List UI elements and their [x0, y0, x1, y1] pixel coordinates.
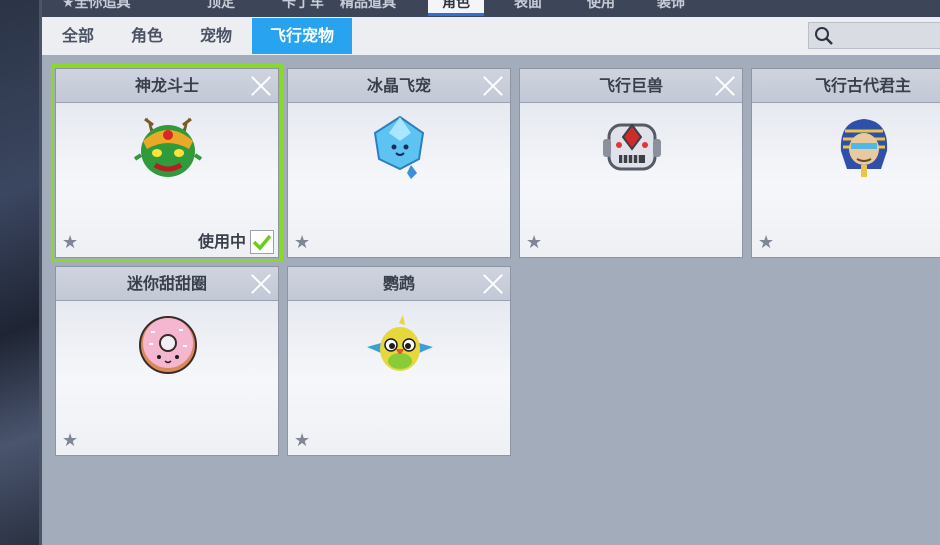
item-grid: 神龙斗士 ★ 使用中 冰晶飞宠 ★ 飞行巨兽 ★ 飞行古代君主 ★ 迷你甜甜圈 …: [42, 55, 940, 545]
top-tab-8[interactable]: 装饰: [657, 0, 685, 16]
top-tab-6[interactable]: 表面: [514, 0, 542, 16]
top-tab-1[interactable]: ★全你追具: [62, 0, 131, 16]
ice-crystal-icon: [373, 115, 425, 179]
favorite-star-icon[interactable]: ★: [294, 234, 310, 252]
sub-tab-character[interactable]: 角色: [113, 18, 181, 54]
close-icon[interactable]: [250, 273, 272, 295]
in-use-label: 使用中: [197, 232, 246, 251]
top-tab-7[interactable]: 使用: [587, 0, 615, 16]
dragon-warrior-icon: [133, 117, 203, 177]
card-header: 冰晶飞宠: [288, 69, 510, 103]
search-box[interactable]: [808, 22, 940, 49]
favorite-star-icon[interactable]: ★: [62, 432, 78, 450]
top-tab-3[interactable]: 卡丁车: [282, 0, 324, 16]
card-header: 飞行巨兽: [520, 69, 742, 103]
card-header: 鹦鹉: [288, 267, 510, 301]
top-tab-5[interactable]: 角色: [428, 0, 484, 16]
card-title: 神龙斗士: [134, 76, 199, 95]
search-icon: [815, 27, 833, 45]
sub-tab-all[interactable]: 全部: [44, 18, 112, 54]
donut-icon: [139, 316, 197, 374]
robot-beast-icon: [603, 123, 661, 171]
card-header: 神龙斗士: [56, 69, 278, 103]
left-background-strip: [0, 0, 42, 545]
favorite-star-icon[interactable]: ★: [294, 432, 310, 450]
pet-card-donut[interactable]: 迷你甜甜圈 ★: [55, 266, 279, 456]
sub-tab-flying-pet[interactable]: 飞行宠物: [252, 18, 353, 54]
in-use-checkbox[interactable]: [250, 230, 274, 254]
close-icon[interactable]: [482, 75, 504, 97]
card-header: 飞行古代君主: [752, 69, 940, 103]
top-tab-2[interactable]: 顶定: [207, 0, 235, 16]
card-title: 鹦鹉: [382, 274, 415, 293]
pet-card-dragon-warrior[interactable]: 神龙斗士 ★ 使用中: [51, 64, 283, 262]
top-category-tabs: ★全你追具 顶定 卡丁车 精品道具 角色 表面 使用 装饰: [42, 0, 940, 17]
pet-card-robot-beast[interactable]: 飞行巨兽 ★: [519, 68, 743, 258]
card-header: 迷你甜甜圈: [56, 267, 278, 301]
card-title: 迷你甜甜圈: [126, 274, 207, 293]
pharaoh-icon: [840, 119, 888, 177]
pet-card-ice-crystal[interactable]: 冰晶飞宠 ★: [287, 68, 511, 258]
parrot-icon: [367, 315, 433, 371]
favorite-star-icon[interactable]: ★: [62, 234, 78, 252]
favorite-star-icon[interactable]: ★: [758, 234, 774, 252]
close-icon[interactable]: [250, 75, 272, 97]
close-icon[interactable]: [714, 75, 736, 97]
card-title: 飞行巨兽: [598, 76, 663, 95]
checkmark-icon: [252, 234, 272, 251]
sub-category-bar: 全部 角色 宠物 飞行宠物: [42, 17, 940, 55]
sub-tab-pet[interactable]: 宠物: [182, 18, 250, 54]
pet-card-parrot[interactable]: 鹦鹉 ★: [287, 266, 511, 456]
card-title: 冰晶飞宠: [366, 76, 431, 95]
card-title: 飞行古代君主: [814, 76, 911, 95]
pet-card-pharaoh[interactable]: 飞行古代君主 ★: [751, 68, 940, 258]
favorite-star-icon[interactable]: ★: [526, 234, 542, 252]
close-icon[interactable]: [482, 273, 504, 295]
top-tab-4[interactable]: 精品道具: [340, 0, 396, 16]
